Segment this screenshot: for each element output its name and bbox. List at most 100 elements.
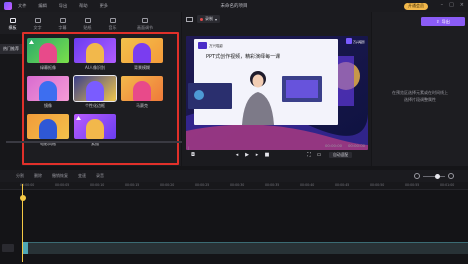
template-figure bbox=[86, 81, 104, 101]
stop-icon[interactable]: ■ bbox=[264, 152, 270, 158]
split-button[interactable]: 分割 bbox=[16, 173, 24, 179]
template-card-3[interactable]: 镜像 bbox=[27, 76, 69, 108]
time-current: 00:00:00 bbox=[325, 143, 343, 148]
category-item-hot[interactable]: 热门推荐 bbox=[0, 44, 22, 54]
template-card-1[interactable]: AI人像识别 bbox=[74, 38, 116, 70]
screen-headline: PPT式创作视频，精彩演绎每一课 bbox=[206, 53, 280, 60]
fullscreen-icon[interactable]: ⛶ bbox=[306, 152, 312, 158]
tab-sticker[interactable]: 贴纸 bbox=[75, 14, 100, 34]
template-figure bbox=[39, 43, 57, 63]
ruler-tick: 00:00:15 bbox=[125, 183, 140, 187]
tab-text[interactable]: 文字 bbox=[25, 14, 50, 34]
time-total: 00:00:00 bbox=[348, 143, 366, 148]
zoom-handle[interactable] bbox=[435, 173, 440, 179]
template-thumbnail bbox=[121, 38, 163, 63]
menu-bar: 文件 编辑 导出 帮助 更多 bbox=[18, 3, 108, 9]
menu-edit[interactable]: 编辑 bbox=[38, 3, 46, 9]
template-icon bbox=[9, 17, 16, 23]
tab-template[interactable]: 模板 bbox=[0, 14, 25, 34]
delete-button[interactable]: 删除 bbox=[34, 173, 42, 179]
record-dot-icon bbox=[200, 17, 203, 21]
template-card-2[interactable]: 背景模糊 bbox=[121, 38, 163, 70]
ruler-tick: 00:00:35 bbox=[265, 183, 280, 187]
record-label: 录制 bbox=[205, 16, 213, 21]
speed-button[interactable]: 变速 bbox=[78, 173, 86, 179]
sticker-icon bbox=[84, 17, 91, 23]
inspector-hint-line2: 选择片段调整属性 bbox=[404, 97, 436, 102]
aspect-ratio-select[interactable]: 自动适配 bbox=[329, 152, 353, 158]
template-figure bbox=[133, 43, 151, 63]
tab-subtitle[interactable]: 字幕 bbox=[50, 14, 75, 34]
next-frame-icon[interactable]: ▸ bbox=[254, 152, 260, 158]
player-toolbar: 录制 ▾ bbox=[182, 12, 371, 26]
minimize-icon[interactable]: – bbox=[441, 2, 444, 8]
menu-edit-label: 编辑 bbox=[38, 3, 47, 8]
prev-frame-icon[interactable]: ◂ bbox=[234, 152, 240, 158]
asset-tabs: 模板 文字 字幕 贴纸 音乐 画面调节 bbox=[0, 14, 181, 34]
record-button[interactable]: 录制 ▾ bbox=[197, 15, 221, 23]
template-thumbnail bbox=[74, 38, 116, 63]
template-card-5[interactable]: 马赛克 bbox=[121, 76, 163, 108]
tab-adjust[interactable]: 画面调节 bbox=[125, 14, 165, 34]
tab-label: 音乐 bbox=[108, 24, 117, 30]
template-thumbnail bbox=[121, 76, 163, 101]
title-bar: 文件 编辑 导出 帮助 更多 未命名的项目 开通会员 – □ × bbox=[0, 0, 468, 12]
menu-file[interactable]: 文件 bbox=[18, 3, 26, 9]
template-figure bbox=[86, 43, 104, 63]
video-track-icon[interactable] bbox=[2, 244, 14, 252]
time-zero-left: | bbox=[188, 145, 190, 150]
zoom-slider[interactable] bbox=[423, 175, 445, 177]
category-sidebar: 热门推荐 bbox=[0, 34, 22, 178]
template-thumbnail bbox=[73, 75, 117, 102]
ruler-tick: 00:00:50 bbox=[370, 183, 385, 187]
chevron-down-icon: ▾ bbox=[215, 16, 218, 22]
playhead-handle[interactable] bbox=[19, 195, 26, 201]
maximize-icon[interactable]: □ bbox=[449, 2, 454, 8]
template-card-4[interactable]: 个性化边框 bbox=[73, 75, 117, 108]
voiceover-button[interactable]: 录音 bbox=[96, 173, 104, 179]
template-thumbnail bbox=[27, 114, 69, 139]
menu-help[interactable]: 帮助 bbox=[79, 3, 87, 9]
aspect-ratio-label: 自动适配 bbox=[333, 152, 349, 157]
text-icon bbox=[34, 17, 41, 23]
tab-music[interactable]: 音乐 bbox=[100, 14, 125, 34]
adjust-icon bbox=[142, 17, 148, 23]
ruler-tick: 00:00:40 bbox=[300, 183, 315, 187]
video-clip[interactable] bbox=[22, 242, 468, 254]
template-card-0[interactable]: 绿幕抠像 bbox=[27, 38, 69, 70]
timeline-toolbar: 分割 删除 撤销恢复 变速 录音 bbox=[0, 170, 468, 182]
menu-more-label: 更多 bbox=[99, 3, 108, 8]
export-label: 导出 bbox=[441, 18, 450, 24]
template-thumbnail bbox=[74, 114, 116, 139]
play-icon[interactable]: ▶ bbox=[244, 152, 250, 158]
template-label: 绿幕抠像 bbox=[40, 65, 56, 70]
corner-brand: 万兴喵影 bbox=[353, 39, 365, 44]
template-label: 马赛克 bbox=[136, 103, 148, 108]
zoom-in-icon[interactable] bbox=[448, 173, 454, 179]
export-button[interactable]: ⇪ 导出 bbox=[421, 17, 465, 26]
menu-more[interactable]: 更多 bbox=[100, 3, 108, 9]
tab-label: 贴纸 bbox=[83, 24, 92, 30]
menu-file-label: 文件 bbox=[18, 3, 27, 8]
screenshot-icon[interactable]: ◘ bbox=[190, 152, 196, 158]
preview-screen[interactable]: 万兴喵影 PPT式创作视频，精彩演绎每一课 万兴喵影 bbox=[186, 36, 368, 150]
playback-progress-bar[interactable] bbox=[6, 141, 182, 143]
menu-export-label: 导出 bbox=[58, 3, 68, 8]
music-icon bbox=[109, 17, 116, 23]
tab-label: 文字 bbox=[33, 24, 42, 30]
menu-export[interactable]: 导出 bbox=[59, 3, 67, 9]
template-label: 背景模糊 bbox=[134, 65, 150, 70]
vip-button[interactable]: 开通会员 bbox=[404, 2, 428, 10]
ruler-tick: 00:00:05 bbox=[55, 183, 70, 187]
preview-player: 录制 ▾ 万兴喵影 PPT式创作视频，精彩演绎每一课 万兴喵影 bbox=[182, 12, 371, 166]
zoom-out-icon[interactable] bbox=[414, 173, 420, 179]
screen-icon[interactable] bbox=[186, 16, 193, 22]
window-controls: – □ × bbox=[441, 2, 464, 8]
template-figure bbox=[86, 119, 104, 139]
template-figure bbox=[39, 81, 57, 101]
fit-icon[interactable]: ▭ bbox=[316, 152, 322, 158]
undo-redo-button[interactable]: 撤销恢复 bbox=[52, 173, 68, 179]
ruler-tick: 00:01:00 bbox=[440, 183, 455, 187]
inspector-hint-line1: 在预览区选择元素或在时间线上 bbox=[392, 90, 448, 95]
close-icon[interactable]: × bbox=[460, 2, 464, 8]
